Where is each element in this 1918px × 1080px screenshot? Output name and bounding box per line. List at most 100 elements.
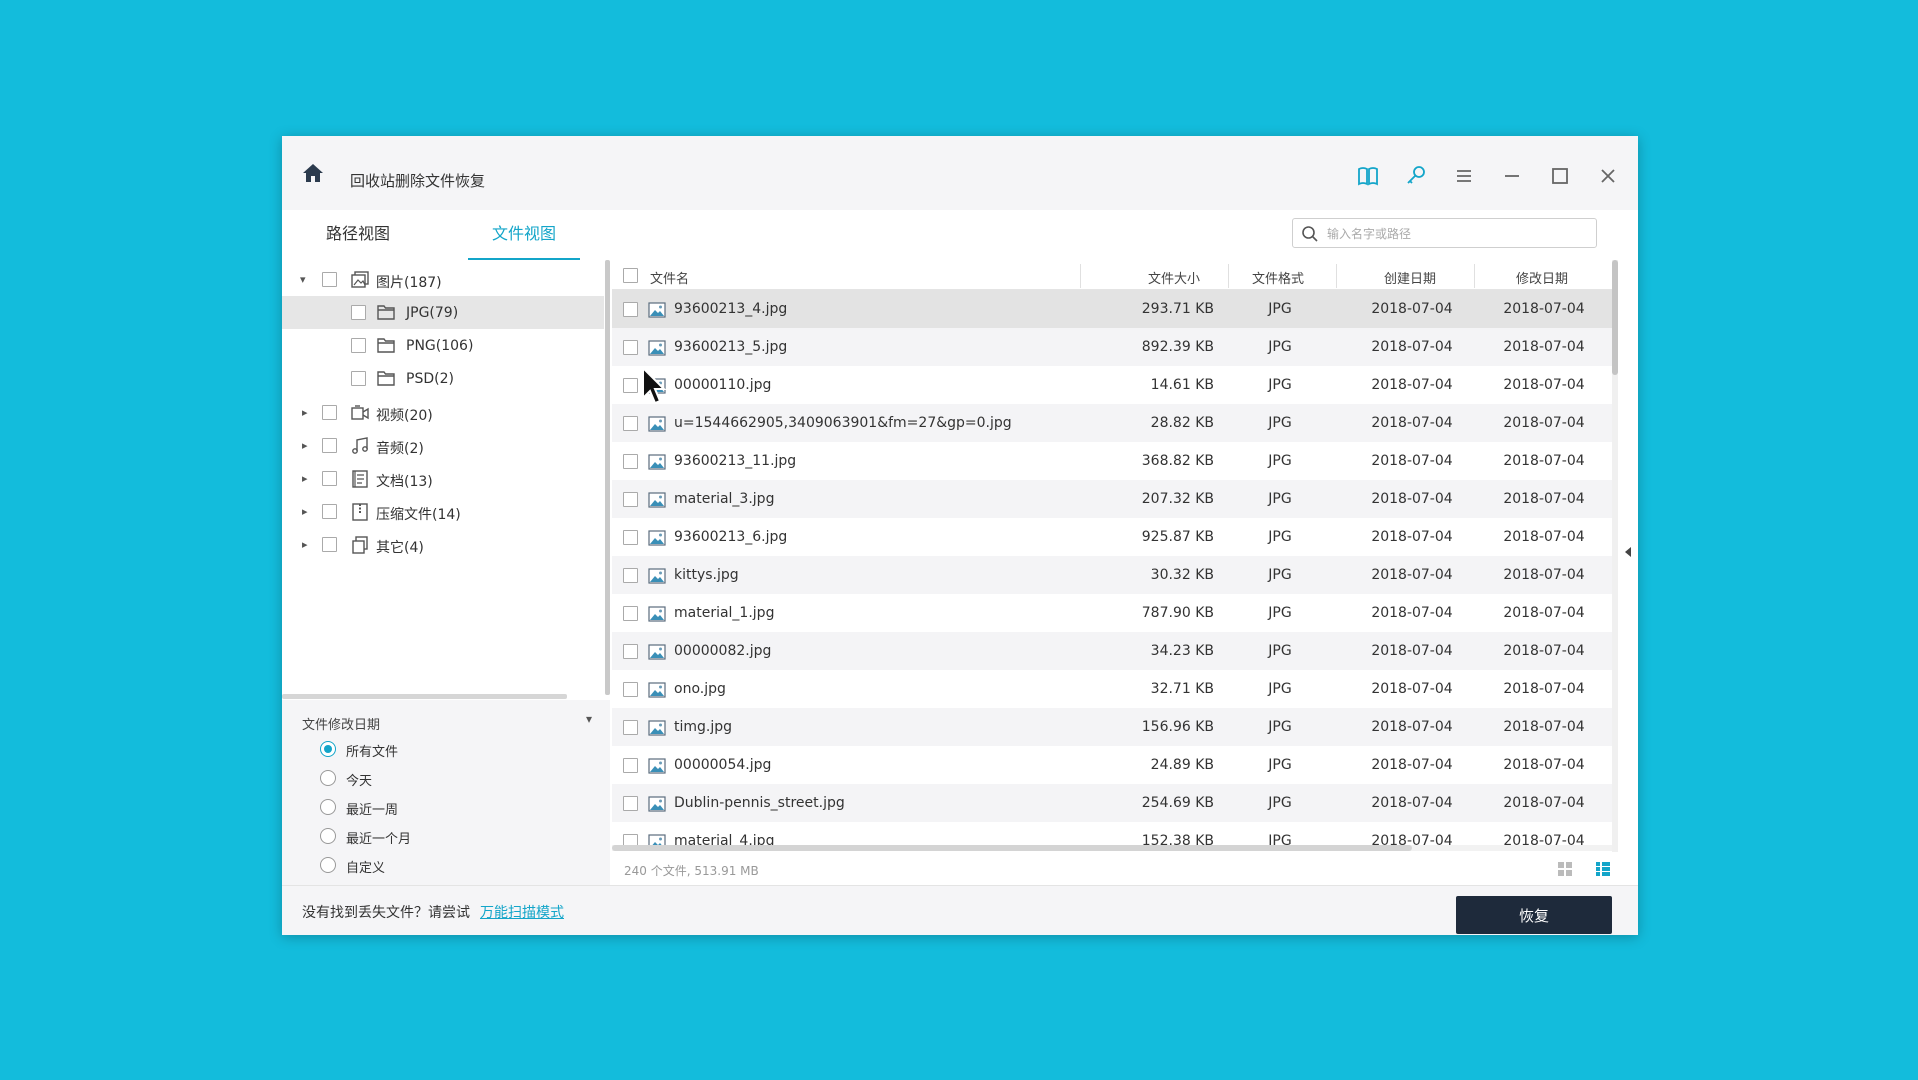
- chevron-right-icon[interactable]: ▸: [302, 406, 312, 419]
- header-format[interactable]: 文件格式: [1252, 268, 1304, 287]
- collapse-panel-icon[interactable]: [1624, 546, 1632, 558]
- chevron-right-icon[interactable]: ▸: [302, 472, 312, 485]
- radio-button[interactable]: [320, 770, 336, 786]
- tree-vertical-scrollbar[interactable]: [605, 260, 610, 695]
- chevron-down-icon[interactable]: ▾: [586, 712, 592, 726]
- file-format: JPG: [1268, 301, 1292, 317]
- tab-file-view[interactable]: 文件视图: [468, 224, 581, 260]
- row-checkbox[interactable]: [623, 568, 638, 583]
- deep-scan-link[interactable]: 万能扫描模式: [480, 902, 564, 922]
- tree-item-documents[interactable]: ▸ 文档(13): [282, 462, 604, 495]
- table-row[interactable]: kittys.jpg 30.32 KB JPG 2018-07-04 2018-…: [612, 556, 1612, 594]
- row-checkbox[interactable]: [623, 758, 638, 773]
- header-created[interactable]: 创建日期: [1384, 268, 1436, 287]
- tree-item-images[interactable]: ▾ 图片(187): [282, 263, 604, 296]
- table-row[interactable]: 93600213_5.jpg 892.39 KB JPG 2018-07-04 …: [612, 328, 1612, 366]
- table-vertical-scrollbar[interactable]: [1612, 260, 1618, 885]
- select-all-checkbox[interactable]: [623, 268, 638, 283]
- home-icon[interactable]: [302, 162, 324, 184]
- row-checkbox[interactable]: [623, 720, 638, 735]
- tree-item-others[interactable]: ▸ 其它(4): [282, 528, 604, 561]
- table-row[interactable]: 00000110.jpg 14.61 KB JPG 2018-07-04 201…: [612, 366, 1612, 404]
- table-row[interactable]: material_3.jpg 207.32 KB JPG 2018-07-04 …: [612, 480, 1612, 518]
- tree-horizontal-scrollbar[interactable]: [282, 694, 567, 699]
- row-checkbox[interactable]: [623, 606, 638, 621]
- table-row[interactable]: timg.jpg 156.96 KB JPG 2018-07-04 2018-0…: [612, 708, 1612, 746]
- recover-button[interactable]: 恢复: [1456, 896, 1612, 934]
- menu-icon[interactable]: [1452, 164, 1476, 188]
- row-checkbox[interactable]: [623, 378, 638, 393]
- header-name[interactable]: 文件名: [650, 268, 689, 287]
- header-modified[interactable]: 修改日期: [1516, 268, 1568, 287]
- chevron-right-icon[interactable]: ▸: [302, 538, 312, 551]
- table-row[interactable]: material_1.jpg 787.90 KB JPG 2018-07-04 …: [612, 594, 1612, 632]
- header-size[interactable]: 文件大小: [1148, 268, 1200, 287]
- file-name: material_3.jpg: [674, 491, 775, 507]
- chevron-right-icon[interactable]: ▸: [302, 505, 312, 518]
- column-divider[interactable]: [1228, 264, 1229, 288]
- search-input[interactable]: [1327, 223, 1587, 245]
- row-checkbox[interactable]: [623, 454, 638, 469]
- checkbox[interactable]: [351, 338, 366, 353]
- radio-button[interactable]: [320, 828, 336, 844]
- tree-item-archives[interactable]: ▸ 压缩文件(14): [282, 495, 604, 528]
- radio-button[interactable]: [320, 741, 336, 757]
- table-horizontal-scrollbar[interactable]: [612, 845, 1612, 851]
- modified-date: 2018-07-04: [1503, 529, 1585, 545]
- close-icon[interactable]: [1596, 164, 1620, 188]
- checkbox[interactable]: [322, 272, 337, 287]
- tree-item-jpg[interactable]: JPG(79): [282, 296, 604, 329]
- checkbox[interactable]: [322, 504, 337, 519]
- created-date: 2018-07-04: [1371, 719, 1453, 735]
- table-row[interactable]: ono.jpg 32.71 KB JPG 2018-07-04 2018-07-…: [612, 670, 1612, 708]
- tab-path-view[interactable]: 路径视图: [302, 224, 414, 260]
- row-checkbox[interactable]: [623, 682, 638, 697]
- checkbox[interactable]: [322, 405, 337, 420]
- book-icon[interactable]: [1356, 164, 1380, 188]
- column-divider[interactable]: [1336, 264, 1337, 288]
- tree-item-png[interactable]: PNG(106): [282, 329, 604, 362]
- table-row[interactable]: 93600213_11.jpg 368.82 KB JPG 2018-07-04…: [612, 442, 1612, 480]
- scrollbar-thumb[interactable]: [612, 845, 1412, 851]
- table-row[interactable]: 93600213_4.jpg 293.71 KB JPG 2018-07-04 …: [612, 290, 1612, 328]
- radio-button[interactable]: [320, 799, 336, 815]
- column-divider[interactable]: [1474, 264, 1475, 288]
- footer-hint: 没有找到丢失文件？请尝试: [302, 905, 470, 921]
- row-checkbox[interactable]: [623, 416, 638, 431]
- row-checkbox[interactable]: [623, 644, 638, 659]
- table-row[interactable]: 00000082.jpg 34.23 KB JPG 2018-07-04 201…: [612, 632, 1612, 670]
- table-row[interactable]: material_4.jpg 152.38 KB JPG 2018-07-04 …: [612, 822, 1612, 845]
- maximize-icon[interactable]: [1548, 164, 1572, 188]
- row-checkbox[interactable]: [623, 340, 638, 355]
- scrollbar-thumb[interactable]: [1612, 260, 1618, 375]
- chevron-down-icon[interactable]: ▾: [300, 273, 310, 286]
- row-checkbox[interactable]: [623, 796, 638, 811]
- column-divider[interactable]: [1080, 264, 1081, 288]
- chevron-right-icon[interactable]: ▸: [302, 439, 312, 452]
- tree-item-video[interactable]: ▸ 视频(20): [282, 396, 604, 429]
- tree-item-audio[interactable]: ▸ 音频(2): [282, 429, 604, 462]
- table-row[interactable]: 00000054.jpg 24.89 KB JPG 2018-07-04 201…: [612, 746, 1612, 784]
- row-checkbox[interactable]: [623, 834, 638, 845]
- checkbox[interactable]: [351, 371, 366, 386]
- checkbox[interactable]: [322, 438, 337, 453]
- checkbox[interactable]: [322, 537, 337, 552]
- checkbox[interactable]: [322, 471, 337, 486]
- row-checkbox[interactable]: [623, 530, 638, 545]
- row-checkbox[interactable]: [623, 492, 638, 507]
- table-row[interactable]: u=1544662905,3409063901&fm=27&gp=0.jpg 2…: [612, 404, 1612, 442]
- list-view-icon[interactable]: [1594, 860, 1612, 878]
- file-format: JPG: [1268, 529, 1292, 545]
- tree-item-psd[interactable]: PSD(2): [282, 362, 604, 395]
- radio-button[interactable]: [320, 857, 336, 873]
- row-checkbox[interactable]: [623, 302, 638, 317]
- minimize-icon[interactable]: [1500, 164, 1524, 188]
- table-row[interactable]: 93600213_6.jpg 925.87 KB JPG 2018-07-04 …: [612, 518, 1612, 556]
- grid-view-icon[interactable]: [1556, 860, 1574, 878]
- key-icon[interactable]: [1404, 164, 1428, 188]
- checkbox[interactable]: [351, 305, 366, 320]
- table-row[interactable]: Dublin-pennis_street.jpg 254.69 KB JPG 2…: [612, 784, 1612, 822]
- radio-label: 自定义: [346, 861, 386, 876]
- created-date: 2018-07-04: [1371, 643, 1453, 659]
- file-name: 00000110.jpg: [674, 377, 772, 393]
